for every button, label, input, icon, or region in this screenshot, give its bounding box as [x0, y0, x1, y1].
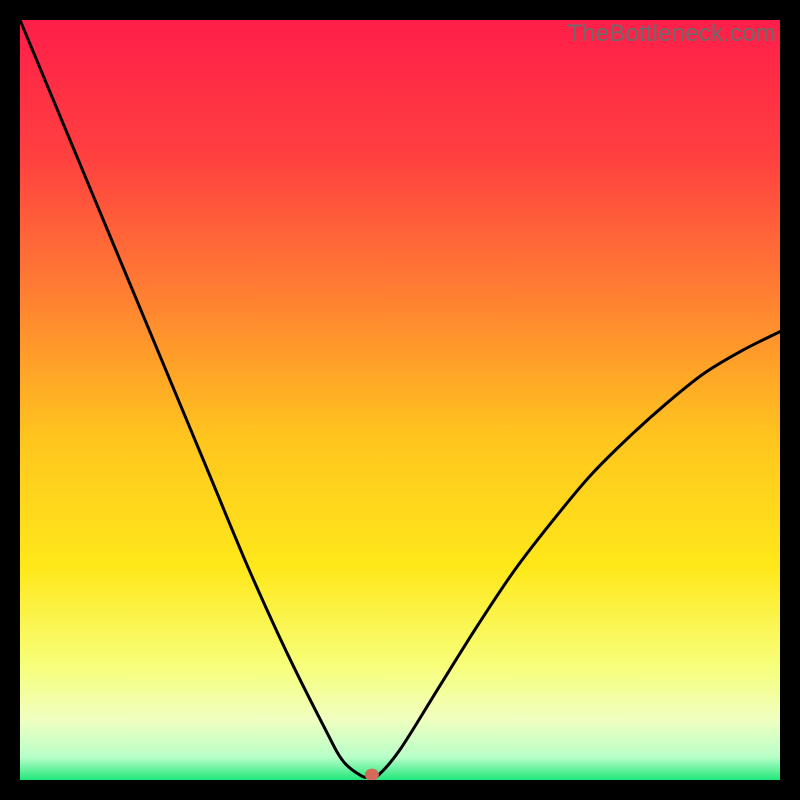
- watermark-text: TheBottleneck.com: [567, 20, 776, 48]
- chart-frame: TheBottleneck.com: [20, 20, 780, 780]
- plot-area: TheBottleneck.com: [20, 20, 780, 780]
- gradient-background: [20, 20, 780, 780]
- chart-svg: [20, 20, 780, 780]
